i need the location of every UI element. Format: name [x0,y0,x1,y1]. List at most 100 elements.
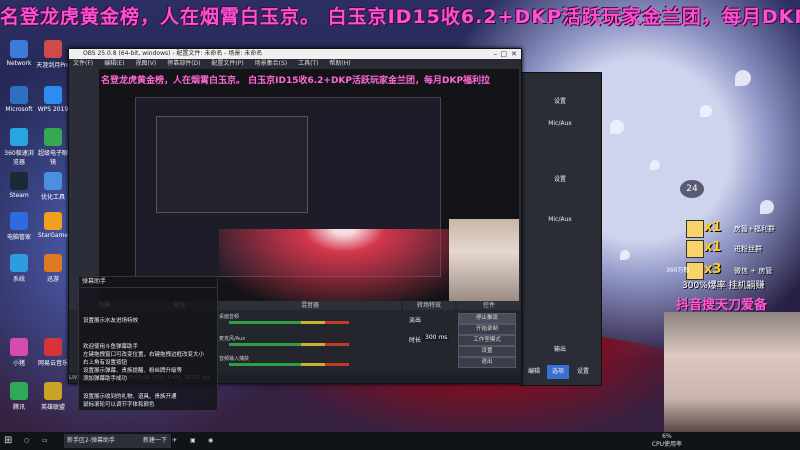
desktop-icon[interactable]: 网易云音乐 [36,338,70,367]
win2-item[interactable]: Mic/Aux [525,117,595,131]
chat-line: 添加弹幕助手成功 [83,376,128,382]
menu-tools[interactable]: 工具(T) [298,60,318,67]
win2-item[interactable]: 设置 [571,365,595,379]
desktop-icon[interactable]: WPS 2019 [36,86,70,113]
gift-multiplier: x3 [704,262,722,277]
menu-file[interactable]: 文件(F) [73,60,93,67]
preview-banner: 名登龙虎黄金榜，人在烟霄白玉京。 白玉京ID15收6.2+DKP活跃玩家金兰团，… [101,76,491,86]
volume-meter [229,321,349,324]
douyin-marquee: 抖音搜天刀爱备 [676,298,768,313]
menu-scene-collection[interactable]: 场景集合(S) [255,60,288,67]
exit-button[interactable]: 退出 [458,357,516,368]
dock-controls-header: 控件 [457,301,521,310]
chat-header: 弹幕助手 [79,277,217,288]
win2-item[interactable]: 设置 [525,173,595,187]
desktop-icon[interactable]: 优化工具 [36,172,70,201]
windows-taskbar: ⊞ ○ ▭ 新手区2-弹幕助手 新建一下 ✈ ▣ ◉ 6% CPU使用率 [0,432,800,450]
gift-row: x1 进粉丝群 [686,240,796,258]
obs-menubar: 文件(F) 编辑(E) 视图(V) 停靠部件(D) 配置文件(P) 场景集合(S… [69,59,521,68]
mixer-channel-label: 桌面音频 [219,314,240,320]
desktop-icon[interactable]: 迅游 [36,254,70,283]
desktop-icon[interactable]: StarGame [36,212,70,239]
mixer-channel[interactable]: 麦克风/Aux [219,335,369,349]
studio-mode-button[interactable]: 工作室模式 [458,335,516,346]
background-window[interactable]: 设置 Mic/Aux 设置 Mic/Aux 输出 编辑 选项 设置 [520,72,602,386]
wallpaper-petal [760,200,774,214]
preview-nested-capture-inner [156,116,308,213]
taskbar-item[interactable]: 新建一下 [140,434,171,448]
gift-label: 进粉丝群 [734,245,762,253]
chat-line: 设置展示水友进场特效 [83,318,139,324]
scrolling-banner: 名登龙虎黄金榜，人在烟霄白玉京。 白玉京ID15收6.2+DKP活跃玩家金兰团，… [0,6,800,28]
dock-transitions-header: 转场特效 [403,301,455,310]
volume-meter [229,343,349,346]
search-icon[interactable]: ○ [24,434,29,448]
task-view-icon[interactable]: ▭ [42,434,48,448]
cpu-indicator: 6% CPU使用率 [651,433,682,448]
mixer-channel-label: 麦克风/Aux [219,336,246,342]
desktop-icon[interactable]: 小猪 [2,338,36,367]
menu-profile[interactable]: 配置文件(P) [211,60,243,67]
settings-button[interactable]: 设置 [458,346,516,357]
menu-help[interactable]: 帮助(H) [329,60,350,67]
start-icon[interactable]: ⊞ [4,434,12,448]
transition-select[interactable]: 淡出 [409,315,421,324]
obs-titlebar[interactable]: OBS 25.0.8 (64-bit, windows) - 配置文件: 未命名… [69,49,521,59]
viewer-badge: 24 [680,180,704,198]
win2-item[interactable]: 选项 [547,365,569,379]
mixer-channel[interactable]: 音频输入捕获 [219,355,369,369]
minimize-icon[interactable]: – [494,49,498,59]
desktop-icon[interactable]: 腾讯 [2,382,36,411]
duration-input[interactable]: 300 ms [423,334,450,341]
chat-line: 欢迎使用斗鱼弹幕助手 [83,344,139,350]
chat-line: 设置展示弹幕、贵族提醒、粉丝牌升级等 [83,368,183,374]
wallpaper-petal [610,120,624,134]
wallpaper-petal [620,250,630,260]
volume-meter [229,363,349,366]
app-icon[interactable]: ✈ [172,434,177,448]
obs-taskbar-icon[interactable]: ◉ [208,434,213,448]
desktop-icon[interactable]: 英雄联盟 [36,382,70,411]
gift-icon [686,240,704,258]
duration-label: 时长 [409,337,422,344]
desktop-icon[interactable]: 电脑管家 [2,212,36,241]
mixer-channel-label: 音频输入捕获 [219,356,250,362]
maximize-icon[interactable]: □ [500,49,507,59]
menu-edit[interactable]: 编辑(E) [104,60,124,67]
start-recording-button[interactable]: 开始录制 [458,324,516,335]
menu-docks[interactable]: 停靠部件(D) [167,60,200,67]
desktop-icon[interactable]: 360极速浏览器 [2,128,36,166]
app-icon[interactable]: ▣ [190,434,196,448]
danmu-chat-panel[interactable]: 弹幕助手 设置展示水友进场特效 欢迎使用斗鱼弹幕助手 左键拖拽窗口可改变位置，右… [78,276,218,411]
desktop-icon[interactable]: 天涯剑月Pro [36,40,70,69]
gift-row: x1 房管+福利群 [686,220,796,238]
desktop-icon[interactable]: Microsoft [2,86,36,113]
close-icon[interactable]: ✕ [511,49,517,59]
desktop-icon[interactable]: 超级电子眼镜 [36,128,70,166]
preview-red-swirl [219,229,469,301]
wallpaper-petal [650,160,660,170]
wallpaper-petal [735,70,751,86]
stop-streaming-button[interactable]: 停止推流 [458,313,516,324]
gift-multiplier: x1 [704,240,722,255]
desktop-icon[interactable]: Network [2,40,36,67]
mixer-channel[interactable]: 桌面音频 [219,313,369,327]
desktop-icon[interactable]: Steam [2,172,36,199]
gift-icon [686,220,704,238]
obs-preview[interactable]: 名登龙虎黄金榜，人在烟霄白玉京。 白玉京ID15收6.2+DKP活跃玩家金兰团，… [99,69,519,301]
wallpaper-petal [700,105,712,117]
win2-item[interactable]: Mic/Aux [525,213,595,227]
win2-item[interactable]: 输出 [525,343,595,357]
chat-line: 左键拖拽窗口可改变位置，右键拖拽边框改变大小 [83,352,205,358]
webcam-feed [664,312,800,436]
win2-item[interactable]: 编辑 [523,365,545,379]
menu-view[interactable]: 视图(V) [135,60,156,67]
chat-line: 右上角有设置按钮 [83,360,128,366]
gift-multiplier: x1 [704,220,722,235]
gift-label: 房管+福利群 [734,225,775,233]
gift-label: 微信 + 房管 [734,267,773,275]
chat-line: 鼠标滚轮可以调节字体和颜色 [83,402,155,408]
desktop-icon[interactable]: 系统 [2,254,36,283]
dock-mixer-header: 混音器 [219,301,401,310]
win2-item[interactable]: 设置 [525,95,595,109]
